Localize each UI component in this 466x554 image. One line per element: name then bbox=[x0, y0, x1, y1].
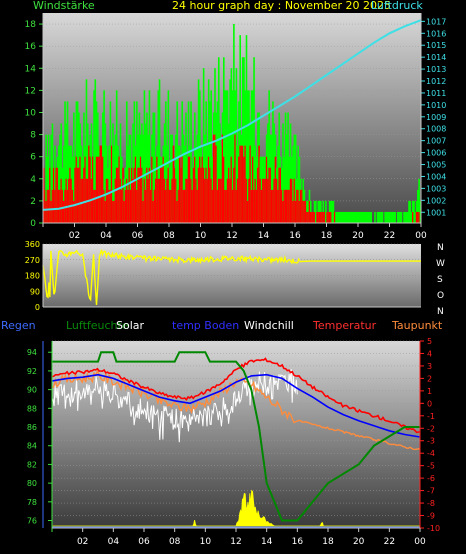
p3-xtick-22: 22 bbox=[384, 537, 395, 547]
p3-ytick-76: 76 bbox=[27, 517, 37, 526]
p1-y2tick-1006: 1006 bbox=[426, 149, 446, 158]
p1-ytick-2: 2 bbox=[30, 197, 36, 207]
p3-y2tick--2: -2 bbox=[427, 424, 435, 433]
p3-xtick-20: 20 bbox=[353, 537, 365, 547]
p3-y2tick-2: 2 bbox=[427, 374, 432, 383]
p1-y2tick-1015: 1015 bbox=[426, 41, 446, 50]
p3-y2tick-1: 1 bbox=[427, 387, 432, 396]
p3-ytick-94: 94 bbox=[27, 348, 37, 357]
p1-y2tick-1003: 1003 bbox=[426, 184, 446, 193]
p3-ytick-90: 90 bbox=[27, 386, 37, 395]
p2-ytick-0: 0 bbox=[35, 303, 40, 312]
p1-y2tick-1002: 1002 bbox=[426, 196, 446, 205]
p1-xtick-18: 18 bbox=[321, 231, 333, 241]
p1-ytick-6: 6 bbox=[30, 153, 36, 163]
p1-y2tick-1014: 1014 bbox=[426, 53, 446, 62]
p1-xtick-12: 12 bbox=[226, 231, 237, 241]
p1-xtick-08: 08 bbox=[163, 231, 175, 241]
p1-xtick-02: 02 bbox=[69, 231, 80, 241]
p1-xtick-04: 04 bbox=[100, 231, 112, 241]
p1-xtick-20: 20 bbox=[352, 231, 364, 241]
p1-xtick-10: 10 bbox=[195, 231, 207, 241]
p3-xtick-00: 00 bbox=[414, 537, 426, 547]
p2-ytick-90: 90 bbox=[30, 287, 40, 296]
p3-xtick-06: 06 bbox=[138, 537, 150, 547]
direction-label-n1: N bbox=[437, 243, 444, 253]
p3-y2tick-5: 5 bbox=[427, 337, 432, 346]
p3-y2tick--5: -5 bbox=[427, 462, 435, 471]
p3-xtick-10: 10 bbox=[200, 537, 212, 547]
p1-xtick-00: 00 bbox=[415, 231, 427, 241]
weather-graph: Windstärke 24 hour graph day : November … bbox=[1, 0, 446, 547]
p1-y2tick-1001: 1001 bbox=[426, 208, 446, 217]
legend-windchill: Windchill bbox=[244, 319, 294, 332]
p3-xtick-12: 12 bbox=[230, 537, 241, 547]
p3-xtick-08: 08 bbox=[169, 537, 181, 547]
p3-ytick-92: 92 bbox=[27, 367, 37, 376]
p3-y2tick--4: -4 bbox=[427, 449, 435, 458]
legend-solar: Solar bbox=[116, 319, 145, 332]
p1-xtick-06: 06 bbox=[132, 231, 144, 241]
p1-ytick-0: 0 bbox=[30, 219, 36, 229]
direction-label-w: W bbox=[436, 259, 445, 269]
p3-xtick-16: 16 bbox=[292, 537, 304, 547]
legend-temperatur: Temperatur bbox=[312, 319, 377, 332]
p2-ytick-360: 360 bbox=[25, 240, 40, 249]
p3-xtick-02: 02 bbox=[77, 537, 88, 547]
p1-y2tick-1012: 1012 bbox=[426, 77, 446, 86]
p3-xtick-14: 14 bbox=[261, 537, 273, 547]
p1-y2tick-1010: 1010 bbox=[426, 101, 446, 110]
p1-ytick-4: 4 bbox=[30, 175, 36, 185]
p3-ytick-78: 78 bbox=[27, 498, 37, 507]
p3-y2tick--10: -10 bbox=[427, 524, 440, 533]
p1-xtick-14: 14 bbox=[258, 231, 270, 241]
p1-ytick-8: 8 bbox=[30, 131, 36, 141]
p1-ytick-18: 18 bbox=[25, 20, 37, 30]
p3-y2tick-0: 0 bbox=[427, 399, 432, 408]
p3-ytick-82: 82 bbox=[27, 460, 37, 469]
header-right-label: Luftdruck bbox=[371, 0, 423, 12]
p1-y2tick-1016: 1016 bbox=[426, 29, 446, 38]
p1-xtick-16: 16 bbox=[289, 231, 301, 241]
p1-y2tick-1007: 1007 bbox=[426, 137, 446, 146]
p3-y2tick--6: -6 bbox=[427, 474, 435, 483]
p1-y2tick-1009: 1009 bbox=[426, 113, 446, 122]
direction-label-n2: N bbox=[437, 307, 444, 317]
p3-y2tick--9: -9 bbox=[427, 512, 435, 521]
p3-y2tick-3: 3 bbox=[427, 362, 432, 371]
p3-ytick-86: 86 bbox=[27, 423, 37, 432]
p3-y2tick-4: 4 bbox=[427, 349, 432, 358]
p3-ytick-80: 80 bbox=[27, 479, 37, 488]
p3-xtick-18: 18 bbox=[322, 537, 334, 547]
p3-y2tick--7: -7 bbox=[427, 487, 435, 496]
p1-ytick-14: 14 bbox=[25, 64, 37, 74]
p2-ytick-180: 180 bbox=[25, 272, 40, 281]
p3-y2tick--1: -1 bbox=[427, 412, 435, 421]
p3-xtick-04: 04 bbox=[108, 537, 120, 547]
legend-regen: Regen bbox=[1, 319, 36, 332]
p1-ytick-16: 16 bbox=[25, 42, 37, 52]
direction-label-s: S bbox=[437, 275, 443, 285]
legend-temp-boden: temp Boden bbox=[172, 319, 239, 332]
header-left-label: Windstärke bbox=[33, 0, 95, 12]
p1-y2tick-1017: 1017 bbox=[426, 17, 446, 26]
legend-taupunkt: Taupunkt bbox=[391, 319, 443, 332]
p1-y2tick-1005: 1005 bbox=[426, 161, 446, 170]
p2-ytick-270: 270 bbox=[25, 256, 40, 265]
p1-ytick-10: 10 bbox=[25, 108, 37, 118]
p1-xtick-22: 22 bbox=[384, 231, 395, 241]
direction-label-o: O bbox=[437, 291, 444, 301]
p3-ytick-88: 88 bbox=[27, 404, 37, 413]
p1-y2tick-1011: 1011 bbox=[426, 89, 446, 98]
p3-y2tick--8: -8 bbox=[427, 499, 435, 508]
p1-y2tick-1008: 1008 bbox=[426, 125, 446, 134]
p1-y2tick-1013: 1013 bbox=[426, 65, 446, 74]
p1-y2tick-1004: 1004 bbox=[426, 172, 446, 181]
p3-y2tick--3: -3 bbox=[427, 437, 435, 446]
p3-ytick-84: 84 bbox=[27, 442, 37, 451]
p1-ytick-12: 12 bbox=[25, 86, 36, 96]
header-title: 24 hour graph day : November 20 2025 bbox=[172, 0, 391, 12]
